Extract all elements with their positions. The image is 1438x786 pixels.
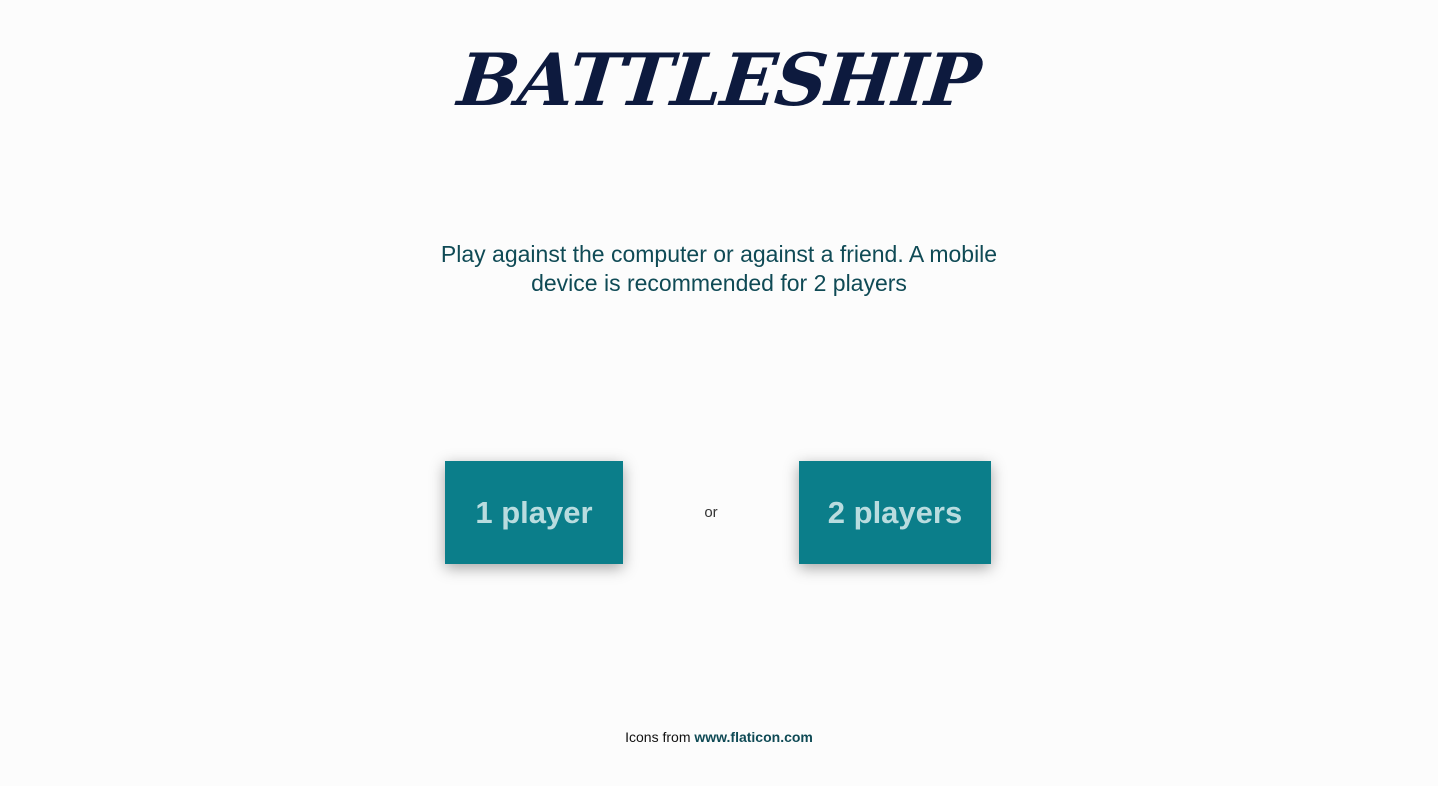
two-players-button[interactable]: 2 players xyxy=(799,461,991,564)
footer-credit: Icons from www.flaticon.com xyxy=(0,729,1438,745)
one-player-button[interactable]: 1 player xyxy=(445,461,623,564)
flaticon-link[interactable]: www.flaticon.com xyxy=(694,729,813,745)
page-title: BATTLESHIP xyxy=(454,37,984,122)
or-separator: or xyxy=(704,504,718,521)
intro-text: Play against the computer or against a f… xyxy=(440,241,998,296)
one-player-label: 1 player xyxy=(475,494,593,530)
footer-prefix: Icons from xyxy=(625,729,691,745)
two-players-label: 2 players xyxy=(827,494,963,530)
